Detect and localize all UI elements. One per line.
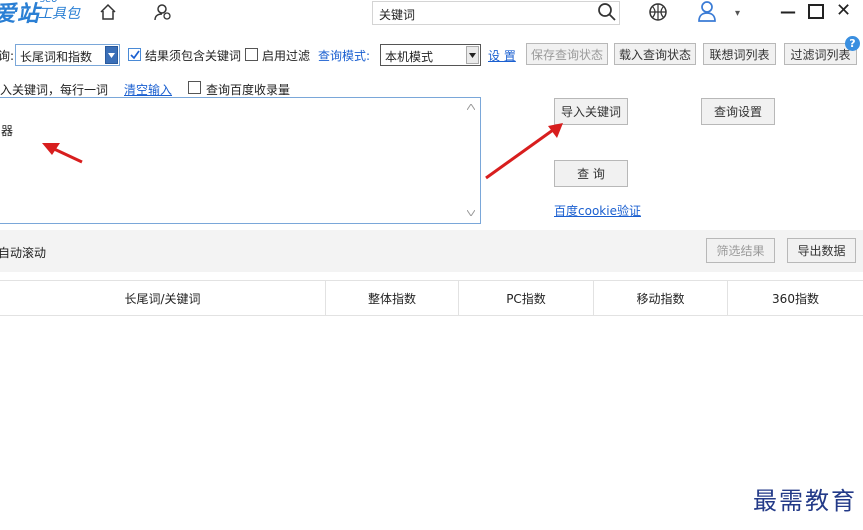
col-pc-index[interactable]: PC指数 bbox=[459, 281, 594, 315]
col-360-index[interactable]: 360指数 bbox=[728, 281, 863, 315]
arrow-to-textarea bbox=[42, 143, 83, 164]
arrow-to-import-button bbox=[485, 123, 563, 180]
auto-scroll-label[interactable]: 自动滚动 bbox=[0, 244, 46, 261]
export-data-button[interactable]: 导出数据 bbox=[787, 238, 856, 263]
col-mobile-index[interactable]: 移动指数 bbox=[594, 281, 728, 315]
filter-results-button[interactable]: 筛选结果 bbox=[706, 238, 775, 263]
col-keyword[interactable]: 长尾词/关键词 bbox=[0, 281, 326, 315]
results-bar: 自动滚动 筛选结果 导出数据 bbox=[0, 230, 863, 272]
watermark-text: 最需教育 bbox=[753, 487, 857, 515]
results-table-header: 长尾词/关键词 整体指数 PC指数 移动指数 360指数 bbox=[0, 280, 863, 316]
col-overall-index[interactable]: 整体指数 bbox=[326, 281, 459, 315]
